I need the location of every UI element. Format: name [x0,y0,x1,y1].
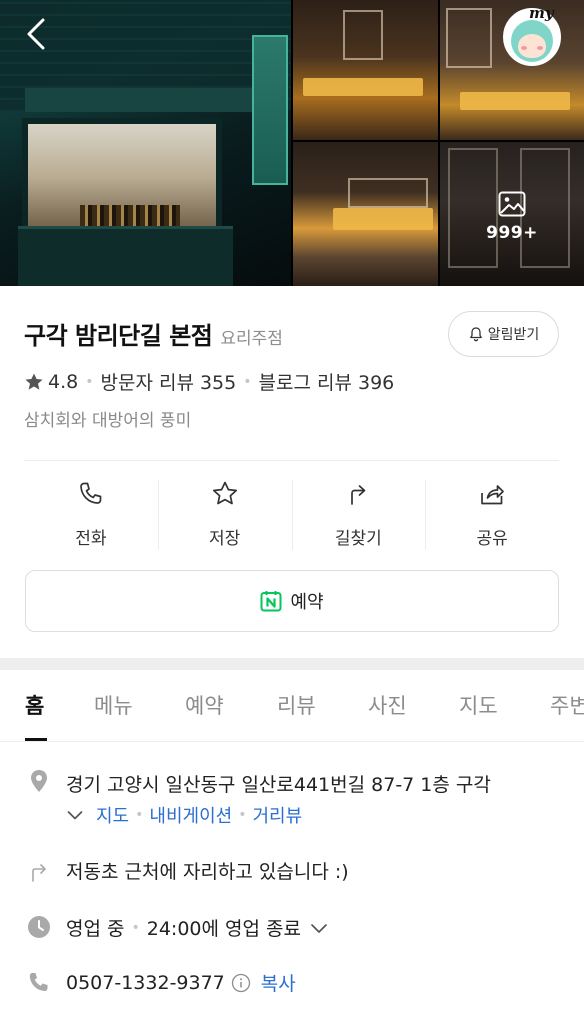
tab-bar: 홈 메뉴 예약 리뷰 사진 지도 주변 [0,670,584,742]
section-separator [0,658,584,670]
clock-icon [28,916,50,938]
avatar-cheek-left [521,46,527,50]
location-pin-icon [31,770,47,792]
photo-awning [25,88,265,112]
reserve-label: 예약 [290,592,324,613]
map-link[interactable]: 지도 [96,802,129,828]
phone-icon [29,973,48,991]
title-row: 구각 밤리단길 본점 요리주점 [24,316,283,351]
place-category: 요리주점 [220,329,283,349]
star-icon [212,481,237,505]
bell-icon [469,327,482,342]
photo-neon-sign [252,35,288,185]
place-name: 구각 밤리단길 본점 [24,322,213,350]
address-links: 지도 • 내비게이션 • 거리뷰 [66,802,302,828]
directions-icon [32,864,46,882]
directions-icon [351,485,366,505]
hours-detail: 24:00에 영업 종료 [146,918,301,940]
call-label: 전화 [75,529,107,549]
active-tab-indicator [25,738,47,741]
chevron-left-icon [27,18,45,50]
chevron-down-icon[interactable] [66,806,84,824]
separator-dot: • [135,807,144,823]
photo-counter [18,226,233,286]
separator-dot: • [243,373,252,390]
divider [24,460,559,461]
notify-label: 알림받기 [487,327,540,343]
separator-dot: • [238,807,247,823]
action-bar: 전화 저장 길찾기 공유 [24,478,559,552]
tab-reservation[interactable]: 예약 [185,690,224,720]
phone-row: 0507-1332-9377 복사 [66,969,296,996]
tab-photos[interactable]: 사진 [368,690,407,720]
place-tagline: 삼치회와 대방어의 풍미 [24,411,192,431]
naver-booking-icon [260,591,282,612]
tab-nearby[interactable]: 주변 [550,690,584,720]
tab-home[interactable]: 홈 [25,690,44,720]
save-button[interactable]: 저장 [157,478,292,552]
directions-label: 길찾기 [334,529,382,549]
gallery-photo-4[interactable] [293,142,438,286]
phone-icon [80,482,102,504]
rating-row: 4.8 • 방문자 리뷰 355 • 블로그 리뷰 396 [24,368,394,395]
notify-button[interactable]: 알림받기 [448,311,559,357]
share-icon [481,485,504,505]
tab-menu[interactable]: 메뉴 [94,690,133,720]
gallery-photo-2[interactable] [293,0,438,140]
copy-phone-button[interactable]: 복사 [261,969,296,996]
rating-value: 4.8 [48,370,79,393]
back-button[interactable] [18,14,54,54]
separator-dot: • [131,919,140,936]
more-photos-overlay[interactable]: 999+ [440,142,584,286]
directions-note: 저동초 근처에 자리하고 있습니다 :) [66,861,349,883]
navigation-link[interactable]: 내비게이션 [149,802,232,828]
image-icon [498,191,526,217]
street-view-link[interactable]: 거리뷰 [252,802,302,828]
my-profile-button[interactable]: my [503,4,561,66]
share-button[interactable]: 공유 [425,478,559,552]
info-icon[interactable] [231,973,251,993]
hours-status: 영업 중 [66,918,125,940]
blog-reviews-link[interactable]: 블로그 리뷰 396 [259,368,395,395]
business-hours-row[interactable]: 영업 중 • 24:00에 영업 종료 [66,914,329,941]
directions-button[interactable]: 길찾기 [291,478,426,552]
rating-star-icon [25,373,43,390]
tab-map[interactable]: 지도 [459,690,498,720]
share-label: 공유 [476,529,508,549]
avatar-cheek-right [537,46,543,50]
address-text: 경기 고양시 일산동구 일산로441번길 87-7 1층 구각 [66,774,491,796]
phone-number[interactable]: 0507-1332-9377 [66,972,225,994]
reserve-button[interactable]: 예약 [25,570,559,632]
chevron-down-icon [311,923,327,933]
call-button[interactable]: 전화 [24,478,158,552]
tab-reviews[interactable]: 리뷰 [277,690,316,720]
save-label: 저장 [208,529,241,549]
photo-gallery: 999+ [0,0,584,286]
more-photos-count: 999+ [486,223,538,243]
visitor-reviews-link[interactable]: 방문자 리뷰 355 [100,368,236,395]
separator-dot: • [85,373,94,390]
